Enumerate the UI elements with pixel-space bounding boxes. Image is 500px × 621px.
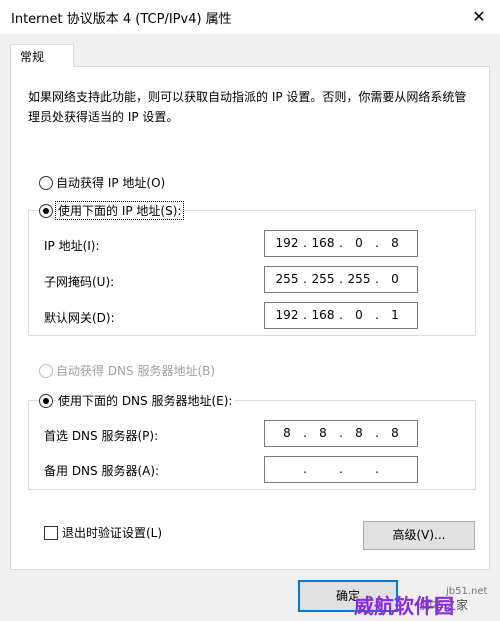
ip-octet-2: 168 (311, 236, 335, 250)
gateway-octet-3: 0 (355, 308, 363, 322)
adns-dot: . (375, 462, 379, 476)
advanced-button[interactable]: 高级(V)... (363, 521, 475, 550)
default-gateway-label: 默认网关(D): (44, 311, 115, 325)
auto-dns-radio[interactable] (39, 364, 53, 378)
mask-octet-2: 255 (311, 272, 335, 286)
pdns-dot: . (303, 426, 307, 440)
pdns-dot: . (339, 426, 343, 440)
adns-dot: . (303, 462, 307, 476)
preferred-dns-label: 首选 DNS 服务器(P): (44, 429, 159, 443)
gateway-octet-4: 1 (391, 308, 399, 322)
subnet-mask-label: 子网掩码(U): (44, 275, 115, 289)
ip-dot: . (339, 236, 343, 250)
auto-ip-label[interactable]: 自动获得 IP 地址(O) (56, 174, 165, 191)
advanced-button-label: 高级(V)... (392, 528, 446, 542)
alternate-dns-label: 备用 DNS 服务器(A): (44, 464, 160, 478)
close-icon[interactable]: ✕ (464, 3, 494, 31)
adns-dot: . (339, 462, 343, 476)
pdns-dot: . (375, 426, 379, 440)
mask-dot: . (375, 272, 379, 286)
pdns-octet-2: 8 (319, 426, 327, 440)
watermark-weihang: 威航软件园 (354, 594, 454, 618)
mask-octet-3: 255 (347, 272, 371, 286)
tab-general-label: 常规 (20, 50, 45, 64)
tab-general[interactable]: 常规 (10, 44, 74, 67)
validate-label[interactable]: 退出时验证设置(L) (62, 524, 162, 541)
auto-ip-radio[interactable] (39, 176, 53, 190)
mask-octet-4: 0 (391, 272, 399, 286)
gateway-dot: . (339, 308, 343, 322)
pdns-octet-3: 8 (355, 426, 363, 440)
ip-octet-4: 8 (391, 236, 399, 250)
ip-dot: . (303, 236, 307, 250)
mask-octet-1: 255 (275, 272, 299, 286)
preferred-dns-input[interactable]: 8 . 8 . 8 . 8 (264, 420, 418, 447)
gateway-octet-1: 192 (275, 308, 299, 322)
default-gateway-input[interactable]: 192 . 168 . 0 . 1 (264, 302, 418, 329)
mask-dot: . (303, 272, 307, 286)
alternate-dns-input[interactable]: . . . (264, 456, 418, 483)
ip-octet-3: 0 (355, 236, 363, 250)
ip-octet-1: 192 (275, 236, 299, 250)
manual-dns-label[interactable]: 使用下面的 DNS 服务器地址(E): (56, 392, 235, 409)
ip-address-label: IP 地址(I): (44, 239, 100, 253)
ip-address-input[interactable]: 192 . 168 . 0 . 8 (264, 230, 418, 257)
mask-dot: . (339, 272, 343, 286)
auto-dns-label[interactable]: 自动获得 DNS 服务器地址(B) (56, 362, 215, 379)
window-title: Internet 协议版本 4 (TCP/IPv4) 属性 (11, 12, 232, 27)
gateway-dot: . (303, 308, 307, 322)
manual-ip-radio[interactable] (39, 204, 53, 218)
gateway-octet-2: 168 (311, 308, 335, 322)
gateway-dot: . (375, 308, 379, 322)
manual-dns-radio[interactable] (39, 394, 53, 408)
subnet-mask-input[interactable]: 255 . 255 . 255 . 0 (264, 266, 418, 293)
ip-dot: . (375, 236, 379, 250)
manual-ip-label[interactable]: 使用下面的 IP 地址(S): (54, 201, 185, 220)
validate-checkbox[interactable] (44, 526, 58, 540)
pdns-octet-1: 8 (283, 426, 291, 440)
title-bar: Internet 协议版本 4 (TCP/IPv4) 属性 ✕ (0, 0, 500, 34)
description-text: 如果网络支持此功能，则可以获取自动指派的 IP 设置。否则，你需要从网络系统管理… (28, 90, 467, 124)
pdns-octet-4: 8 (391, 426, 399, 440)
